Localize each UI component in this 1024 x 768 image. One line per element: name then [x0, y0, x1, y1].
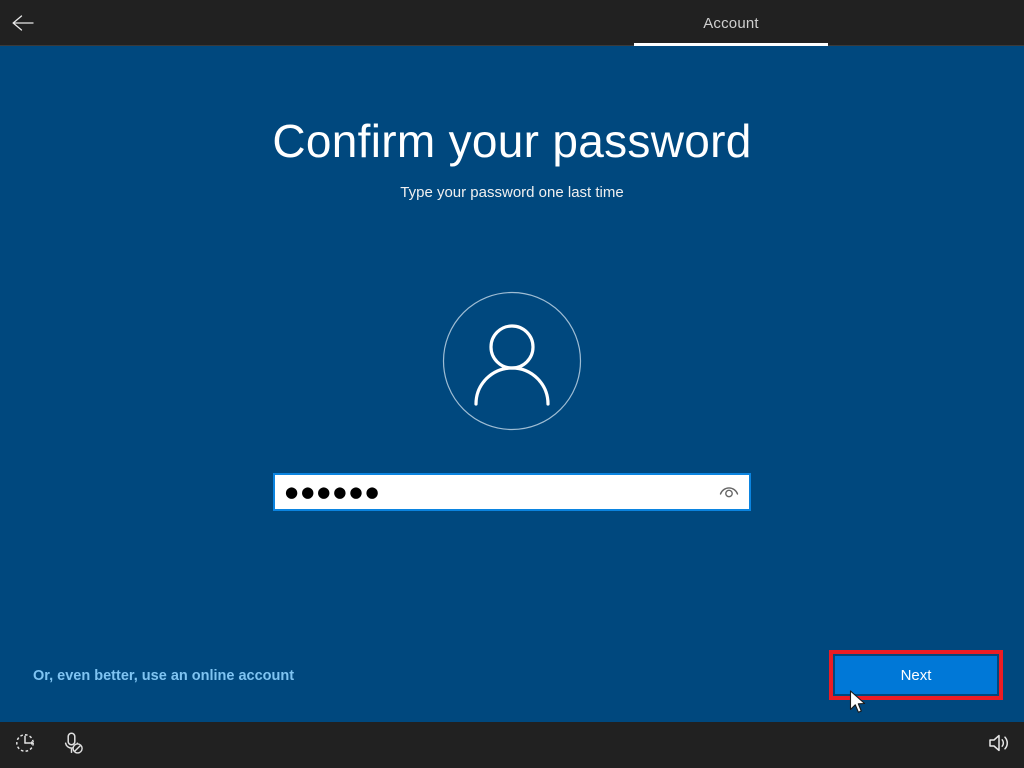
- tab-account-label: Account: [703, 14, 759, 32]
- microphone-muted-icon: [62, 731, 84, 760]
- ease-of-access-button[interactable]: [2, 722, 48, 768]
- ease-of-access-icon: [14, 732, 36, 759]
- content-area: Confirm your password Type your password…: [0, 46, 1024, 722]
- reveal-password-button[interactable]: [709, 475, 749, 509]
- user-avatar-icon: [442, 291, 582, 435]
- page-subtitle: Type your password one last time: [400, 184, 624, 201]
- volume-speaker-icon: [987, 732, 1011, 759]
- back-button[interactable]: [0, 0, 48, 46]
- user-avatar: [442, 291, 582, 431]
- microphone-button[interactable]: [50, 722, 96, 768]
- password-field[interactable]: ●●●●●●: [273, 473, 751, 511]
- title-bar: Account: [0, 0, 1024, 46]
- volume-button[interactable]: [976, 722, 1022, 768]
- password-input[interactable]: ●●●●●●: [275, 484, 709, 500]
- tab-account[interactable]: Account: [634, 0, 828, 46]
- next-button[interactable]: Next: [835, 656, 997, 694]
- page-title: Confirm your password: [272, 115, 752, 167]
- oobe-screen: Account Confirm your password Type your …: [0, 0, 1024, 768]
- online-account-link[interactable]: Or, even better, use an online account: [33, 668, 294, 684]
- reveal-password-eye-icon: [718, 482, 740, 503]
- taskbar: [0, 722, 1024, 768]
- back-arrow-icon: [11, 13, 37, 33]
